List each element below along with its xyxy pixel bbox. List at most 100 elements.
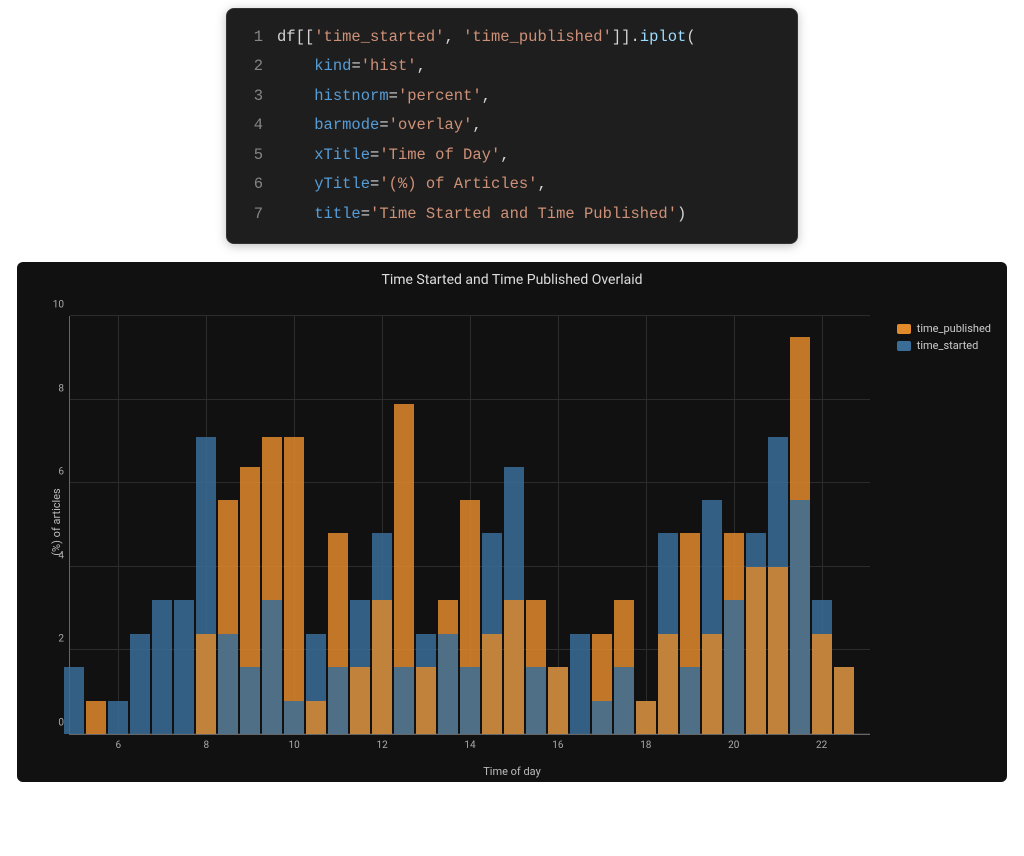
code-line: 5 xTitle='Time of Day', (239, 141, 779, 170)
chart-title: Time Started and Time Published Overlaid (17, 272, 1007, 288)
code-token: title (314, 205, 361, 223)
code-token: 'time_started' (314, 28, 444, 46)
bar-started[interactable] (570, 634, 590, 734)
code-token (277, 57, 314, 75)
bar-started[interactable] (262, 600, 282, 734)
gridline-vertical (118, 316, 119, 734)
bar-started[interactable] (614, 667, 634, 734)
legend-swatch-published-icon (897, 324, 911, 334)
legend-label: time_published (917, 322, 991, 335)
bar-started[interactable] (526, 667, 546, 734)
bar-started[interactable] (152, 600, 172, 734)
x-tick: 10 (289, 740, 300, 751)
code-token: = (351, 57, 360, 75)
code-line: 7 title='Time Started and Time Published… (239, 200, 779, 229)
bar-published[interactable] (746, 567, 766, 734)
code-line: 1df[['time_started', 'time_published']].… (239, 23, 779, 52)
x-tick: 12 (376, 740, 387, 751)
plot-area[interactable]: 02468106810121416182022 (69, 316, 870, 735)
bar-started[interactable] (680, 667, 700, 734)
x-tick: 14 (464, 740, 475, 751)
code-token: df (277, 28, 296, 46)
code-token: = (389, 87, 398, 105)
bar-started[interactable] (284, 701, 304, 734)
code-token (277, 175, 314, 193)
code-token: ]]. (612, 28, 640, 46)
bar-published[interactable] (834, 667, 854, 734)
bar-published[interactable] (86, 701, 106, 734)
bar-started[interactable] (240, 667, 260, 734)
line-number: 4 (239, 111, 263, 140)
code-token (277, 116, 314, 134)
bar-started[interactable] (108, 701, 128, 734)
bar-published[interactable] (504, 600, 524, 734)
bar-started[interactable] (218, 634, 238, 734)
code-token: histnorm (314, 87, 388, 105)
chart-panel: Time Started and Time Published Overlaid… (17, 262, 1007, 782)
line-number: 2 (239, 52, 263, 81)
bar-started[interactable] (64, 667, 84, 734)
code-token: 'time_published' (463, 28, 612, 46)
bar-started[interactable] (790, 500, 810, 734)
x-tick: 22 (816, 740, 827, 751)
bar-started[interactable] (592, 701, 612, 734)
code-token: '(%) of Articles' (379, 175, 537, 193)
code-token: , (537, 175, 546, 193)
code-token (277, 87, 314, 105)
line-number: 1 (239, 23, 263, 52)
bar-started[interactable] (460, 667, 480, 734)
code-token: 'percent' (398, 87, 482, 105)
code-token: = (370, 146, 379, 164)
bar-published[interactable] (548, 667, 568, 734)
bar-published[interactable] (306, 701, 326, 734)
code-line: 4 barmode='overlay', (239, 111, 779, 140)
bar-started[interactable] (328, 667, 348, 734)
code-token: , (500, 146, 509, 164)
bar-published[interactable] (658, 634, 678, 734)
code-token: , (482, 87, 491, 105)
y-tick: 8 (58, 383, 64, 394)
bar-published[interactable] (196, 634, 216, 734)
code-block: 1df[['time_started', 'time_published']].… (226, 8, 798, 244)
code-token: , (417, 57, 426, 75)
y-tick: 10 (53, 300, 64, 311)
bar-started[interactable] (724, 600, 744, 734)
code-token: = (361, 205, 370, 223)
bar-published[interactable] (372, 600, 392, 734)
code-token: barmode (314, 116, 379, 134)
line-number: 6 (239, 170, 263, 199)
bar-started[interactable] (394, 667, 414, 734)
legend-swatch-started-icon (897, 341, 911, 351)
code-token: kind (314, 57, 351, 75)
bar-published[interactable] (768, 567, 788, 734)
code-token (277, 146, 314, 164)
code-line: 3 histnorm='percent', (239, 82, 779, 111)
code-token: yTitle (314, 175, 370, 193)
bar-published[interactable] (702, 634, 722, 734)
x-tick: 6 (116, 740, 122, 751)
code-token: , (444, 28, 463, 46)
bar-published[interactable] (350, 667, 370, 734)
bar-published[interactable] (416, 667, 436, 734)
legend-item-started[interactable]: time_started (897, 339, 991, 352)
y-axis-label: (%) of articles (50, 488, 63, 555)
bar-published[interactable] (812, 634, 832, 734)
legend-item-published[interactable]: time_published (897, 322, 991, 335)
code-token: iplot (640, 28, 687, 46)
x-tick: 8 (203, 740, 209, 751)
y-tick: 2 (58, 634, 64, 645)
code-line: 2 kind='hist', (239, 52, 779, 81)
code-line: 6 yTitle='(%) of Articles', (239, 170, 779, 199)
code-token: 'Time of Day' (379, 146, 500, 164)
x-tick: 16 (552, 740, 563, 751)
code-token: ( (686, 28, 695, 46)
x-tick: 18 (640, 740, 651, 751)
bar-started[interactable] (174, 600, 194, 734)
y-tick: 4 (58, 550, 64, 561)
bar-started[interactable] (130, 634, 150, 734)
bar-published[interactable] (636, 701, 656, 734)
bar-published[interactable] (482, 634, 502, 734)
bar-started[interactable] (438, 634, 458, 734)
code-token (277, 205, 314, 223)
bar-published[interactable] (284, 437, 304, 734)
